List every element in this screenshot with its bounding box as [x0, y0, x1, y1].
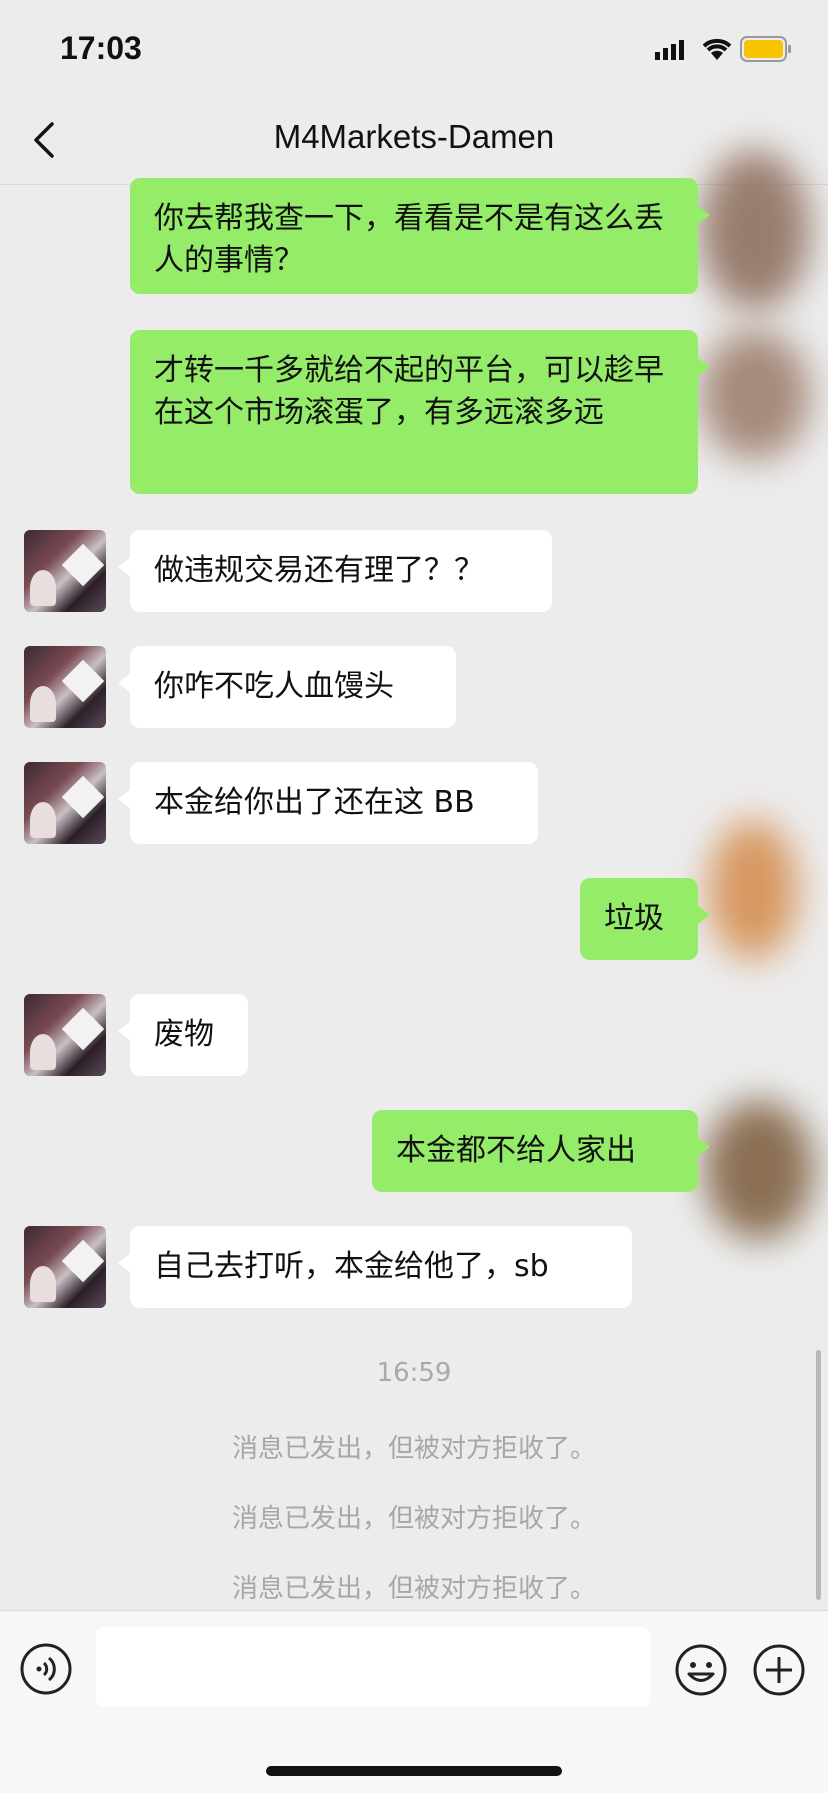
home-indicator[interactable]: [266, 1766, 562, 1776]
censor-blur: [700, 330, 810, 460]
avatar[interactable]: [24, 530, 106, 612]
avatar[interactable]: [24, 646, 106, 728]
message-bubble-me[interactable]: 才转一千多就给不起的平台，可以趁早在这个市场滚蛋了，有多远滚多远: [130, 330, 710, 494]
plus-icon[interactable]: [752, 1643, 806, 1697]
wifi-icon: [702, 38, 732, 60]
status-time: 17:03: [60, 30, 142, 66]
message-bubble-them[interactable]: 做违规交易还有理了？？: [118, 530, 552, 612]
message-input[interactable]: [96, 1627, 650, 1707]
scrollbar[interactable]: [816, 1350, 821, 1600]
chat-title: M4Markets-Damen: [273, 118, 555, 155]
message-bubble-me[interactable]: 本金都不给人家出: [372, 1110, 710, 1192]
censor-blur: [700, 150, 810, 310]
message-bubble-them[interactable]: 你咋不吃人血馒头: [118, 646, 456, 728]
system-notice: 消息已发出，但被对方拒收了。: [231, 1504, 596, 1534]
nav-bar: M4Markets-Damen: [0, 96, 828, 185]
emoji-icon[interactable]: [674, 1643, 728, 1697]
message-bubble-me[interactable]: 你去帮我查一下，看看是不是有这么丢人的事情？: [130, 178, 710, 294]
avatar[interactable]: [24, 762, 106, 844]
message-bubble-them[interactable]: 自己去打听，本金给他了，sb: [118, 1226, 632, 1308]
message-bubble-them[interactable]: 本金给你出了还在这 BB: [118, 762, 538, 844]
message-bubble-me[interactable]: 垃圾: [580, 878, 710, 960]
signal-icon: [655, 40, 684, 60]
censor-blur: [704, 1100, 814, 1240]
battery-icon: [740, 36, 791, 62]
message-timestamp: 16:59: [376, 1358, 452, 1388]
system-notice: 消息已发出，但被对方拒收了。: [231, 1574, 596, 1604]
status-bar: 17:03: [0, 0, 828, 96]
system-notice: 消息已发出，但被对方拒收了。: [231, 1434, 596, 1464]
voice-icon[interactable]: [20, 1643, 72, 1695]
avatar[interactable]: [24, 994, 106, 1076]
message-bubble-them[interactable]: 废物: [118, 994, 248, 1076]
avatar[interactable]: [24, 1226, 106, 1308]
censor-blur: [708, 820, 798, 960]
